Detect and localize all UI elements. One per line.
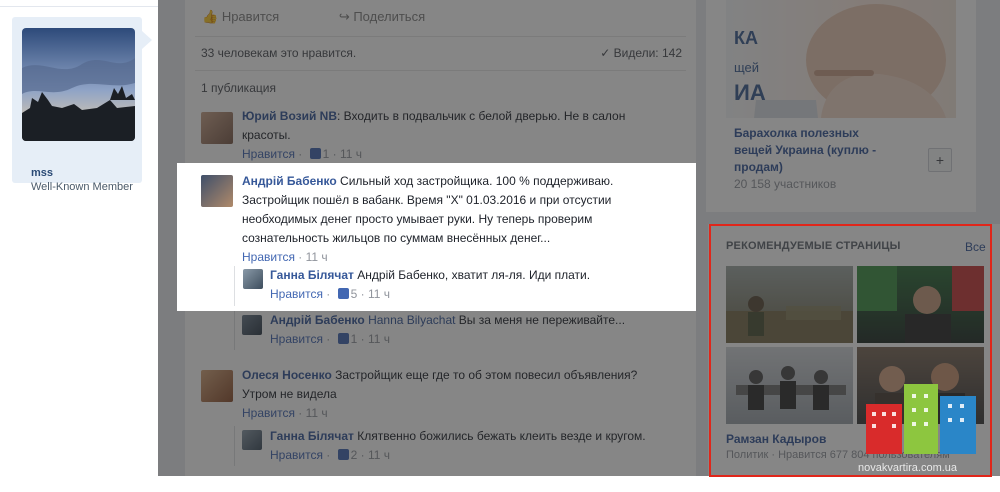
reply-line: [234, 426, 235, 466]
comment: Юрий Возий NB: Входить в подвальчик с бе…: [242, 109, 626, 161]
comment-like-link[interactable]: Нравится: [270, 448, 323, 462]
commenter-avatar[interactable]: [201, 175, 233, 207]
views-count: ✓ Видели: 142: [600, 46, 682, 60]
comment-text: Застройщик еще где то об этом повесил об…: [331, 368, 638, 382]
comment-author[interactable]: Андрій Бабенко: [270, 313, 365, 327]
commenter-avatar[interactable]: [242, 315, 262, 335]
comment-like-link[interactable]: Нравится: [242, 406, 295, 420]
comment: Олеся Носенко Застройщик еще где то об э…: [242, 368, 638, 420]
commenter-avatar[interactable]: [243, 269, 263, 289]
comment-author[interactable]: Андрій Бабенко: [242, 174, 337, 188]
thumbs-up-icon: [337, 333, 349, 344]
comment: Ганна Білячат Андрій Бабенко, хватит ля-…: [270, 268, 591, 301]
comment-text: сознательность жильцов по суммам внесённ…: [242, 231, 551, 245]
watermark-logo: [862, 384, 982, 474]
like-action[interactable]: 👍 Нравится: [202, 9, 307, 24]
comment-author[interactable]: Олеся Носенко: [242, 368, 332, 382]
watermark-text: novakvartira.com.ua: [858, 462, 958, 474]
reply-line: [234, 266, 235, 306]
group-banner[interactable]: КА щей ИА: [726, 0, 956, 118]
post-actions: 👍 Нравится ↪ Поделиться: [202, 9, 481, 25]
banner-text: ИА: [734, 80, 766, 105]
comment-text: Сильный ход застройщика. 100 % поддержив…: [336, 174, 614, 188]
banner-text: КА: [734, 28, 758, 48]
comment-like-link[interactable]: Нравится: [270, 332, 323, 346]
join-group-button[interactable]: +: [928, 148, 952, 172]
comment-text: красоты.: [242, 128, 291, 142]
comment-text: Клятвенно божились бежать клеить везде и…: [353, 429, 646, 443]
comment-text: Утром не видела: [242, 387, 337, 401]
comment-time[interactable]: 11 ч: [306, 406, 328, 420]
comment-time[interactable]: 11 ч: [306, 250, 328, 264]
comment-author[interactable]: Юрий Возий NB: [242, 109, 337, 123]
comment-text: : Входить в подвальчик с белой дверью. Н…: [337, 109, 626, 123]
thumbs-up-icon: [337, 288, 349, 299]
thumbs-up-icon: [309, 148, 321, 159]
divider: [195, 36, 686, 37]
group-suggestion: КА щей ИА Барахолка полезных вещей Украи…: [706, 0, 976, 212]
commenter-avatar[interactable]: [242, 430, 262, 450]
like-count: 1: [350, 332, 358, 346]
comment: Ганна Білячат Клятвенно божились бежать …: [270, 429, 646, 462]
comment-author[interactable]: Ганна Білячат: [270, 268, 354, 282]
avatar[interactable]: [22, 28, 135, 141]
like-count: 2: [350, 448, 358, 462]
comment-text: Андрій Бабенко, хватит ля-ля. Иди плати.: [353, 268, 591, 282]
username[interactable]: mss: [31, 167, 53, 179]
comment: Андрій Бабенко Hanna Bilyachat Вы за мен…: [270, 313, 626, 346]
commenter-avatar[interactable]: [201, 370, 233, 402]
comment-like-link[interactable]: Нравится: [270, 287, 323, 301]
commenter-avatar[interactable]: [201, 112, 233, 144]
publications-count[interactable]: 1 публикация: [201, 81, 276, 95]
divider: [195, 70, 686, 71]
comment-text: необходимых денег просто умывает руки. Н…: [242, 212, 593, 226]
like-count: 5: [350, 287, 358, 301]
likes-summary[interactable]: 33 человекам это нравится.: [201, 46, 356, 60]
like-count: 1: [322, 147, 330, 161]
group-name[interactable]: Барахолка полезных вещей Украина (куплю …: [734, 125, 904, 176]
comment-like-link[interactable]: Нравится: [242, 147, 295, 161]
comment-time[interactable]: 11 ч: [340, 147, 362, 161]
comment-author[interactable]: Ганна Білячат: [270, 429, 354, 443]
comment-text: Вы за меня не переживайте...: [455, 313, 626, 327]
user-card: mss Well-Known Member: [12, 17, 152, 193]
thumbs-up-icon: [337, 449, 349, 460]
banner-text: щей: [734, 60, 760, 75]
comment-text: Застройщик пошёл в вабанк. Время "Х" 01.…: [242, 193, 612, 207]
comment-like-link[interactable]: Нравится: [242, 250, 295, 264]
comment-time[interactable]: 11 ч: [368, 332, 390, 346]
comment-time[interactable]: 11 ч: [368, 287, 390, 301]
comment-time[interactable]: 11 ч: [368, 448, 390, 462]
reply-line: [234, 310, 235, 350]
share-action[interactable]: ↪ Поделиться: [339, 9, 453, 24]
comment-mention[interactable]: Hanna Bilyachat: [368, 313, 455, 327]
highlighted-comments: Андрій Бабенко Сильный ход застройщика. …: [177, 163, 696, 311]
comment: Андрій Бабенко Сильный ход застройщика. …: [242, 174, 614, 264]
user-title: Well-Known Member: [31, 181, 133, 193]
group-members: 20 158 участников: [734, 177, 837, 191]
